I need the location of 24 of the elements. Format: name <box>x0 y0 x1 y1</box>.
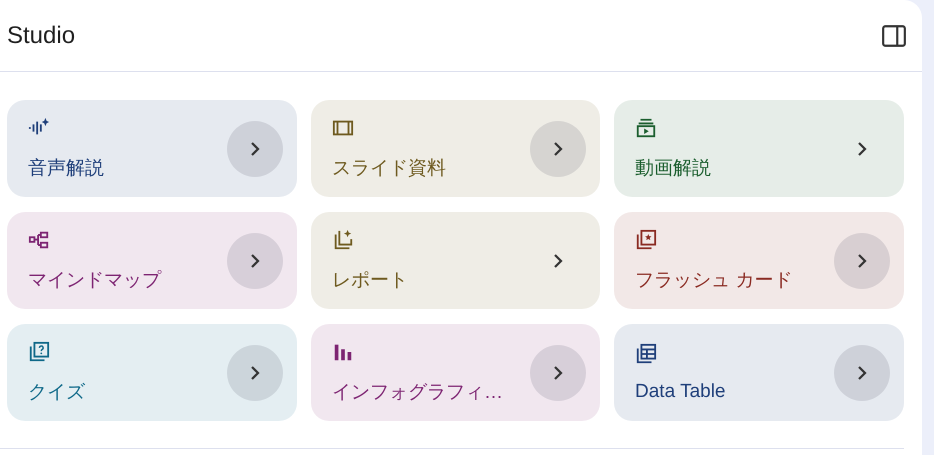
tool-label: レポート <box>332 268 408 292</box>
tool-card[interactable]: Data Table <box>614 324 904 421</box>
video-icon <box>635 116 657 138</box>
tool-card[interactable]: クイズ <box>7 324 297 421</box>
tool-card[interactable]: 音声解説 <box>7 100 297 197</box>
tool-label: スライド資料 <box>332 156 446 180</box>
tool-card[interactable]: 動画解説 <box>614 100 904 197</box>
table-icon <box>635 342 657 364</box>
tool-card[interactable]: インフォグラフィ… <box>311 324 600 421</box>
document-sparkle-icon <box>332 228 354 250</box>
tool-label: 音声解説 <box>28 156 104 180</box>
tool-card[interactable]: スライド資料 <box>311 100 600 197</box>
question-card-icon <box>28 340 50 362</box>
tool-label: クイズ <box>28 380 85 404</box>
tool-card[interactable]: レポート <box>311 212 600 309</box>
tool-label: マインドマップ <box>28 268 161 292</box>
tool-label: Data Table <box>635 380 726 402</box>
tool-label: 動画解説 <box>635 156 711 180</box>
star-card-icon <box>635 228 657 250</box>
tool-card[interactable]: マインドマップ <box>7 212 297 309</box>
tool-card[interactable]: フラッシュ カード <box>614 212 904 309</box>
tool-label: インフォグラフィ… <box>332 380 503 404</box>
tool-label: フラッシュ カード <box>635 268 792 292</box>
panel-title: Studio <box>7 22 76 50</box>
